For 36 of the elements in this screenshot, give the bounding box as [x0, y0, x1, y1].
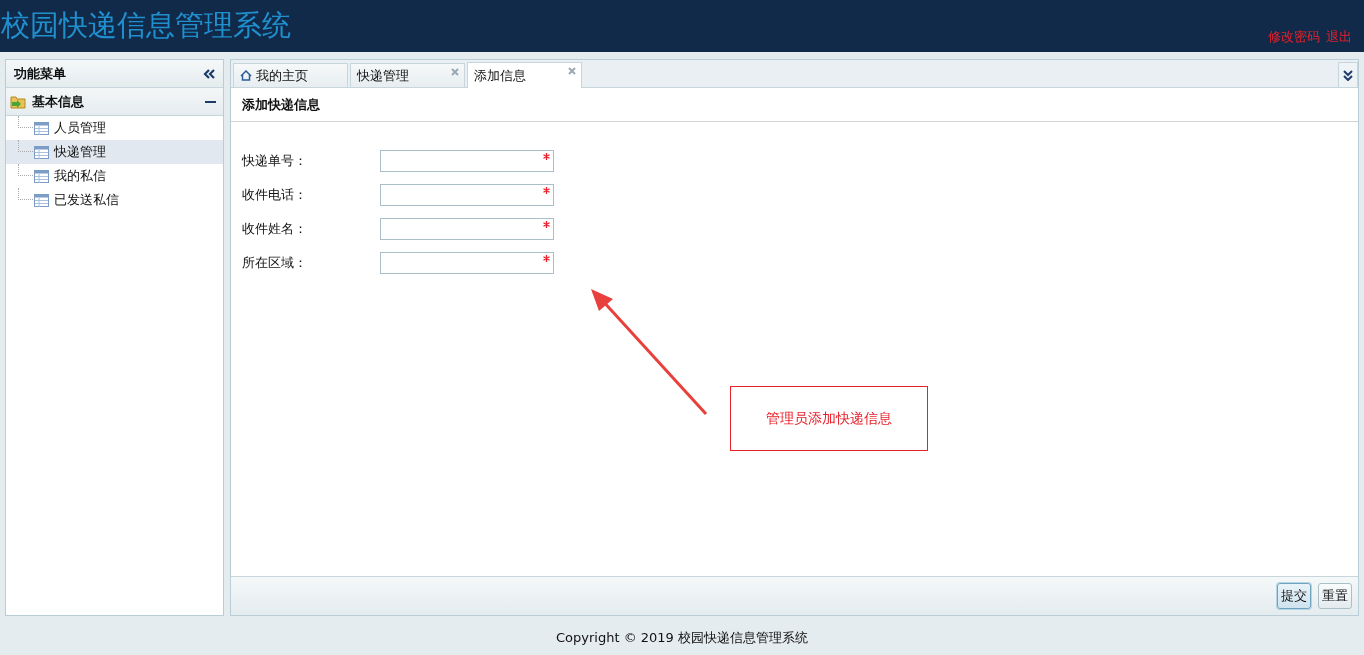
menu-item[interactable]: 快递管理 — [6, 140, 223, 164]
tab[interactable]: 我的主页 — [233, 63, 348, 87]
field-label: 所在区域： — [242, 254, 308, 272]
input-field[interactable] — [380, 252, 554, 274]
tab[interactable]: 快递管理 — [350, 63, 465, 87]
field-label: 收件姓名： — [242, 220, 308, 238]
menu-item[interactable]: 人员管理 — [6, 116, 223, 140]
table-icon — [34, 145, 49, 159]
app-title: 校园快递信息管理系统 — [0, 7, 291, 44]
collapse-icon[interactable] — [203, 68, 215, 79]
menu-group-header[interactable]: 基本信息 — [6, 88, 223, 116]
form-button[interactable]: 重置 — [1318, 583, 1352, 609]
input-field[interactable] — [380, 218, 554, 240]
sidebar-title: 功能菜单 — [14, 64, 66, 83]
tab[interactable]: 添加信息 — [467, 62, 582, 88]
table-icon — [34, 193, 49, 207]
form-title: 添加快递信息 — [231, 88, 1358, 122]
field-label: 收件电话： — [242, 186, 308, 204]
input-field[interactable] — [380, 150, 554, 172]
footer-text: Copyright © 2019 校园快递信息管理系统 — [555, 629, 809, 647]
annotation-text: 管理员添加快递信息 — [766, 409, 892, 428]
table-icon — [34, 121, 49, 135]
folder-icon — [10, 94, 26, 109]
form-button[interactable]: 提交 — [1277, 583, 1311, 609]
chevron-down-icon — [1343, 69, 1353, 81]
input-field[interactable] — [380, 184, 554, 206]
menu-item[interactable]: 已发送私信 — [6, 188, 223, 212]
collapse-toggle[interactable] — [205, 100, 216, 103]
table-icon — [34, 169, 49, 183]
close-icon[interactable] — [568, 67, 576, 75]
tabs-menu-button[interactable] — [1338, 62, 1358, 87]
home-icon — [240, 70, 252, 81]
menu-group-label: 基本信息 — [32, 92, 85, 111]
field-label: 快递单号： — [242, 152, 308, 170]
menu-item[interactable]: 我的私信 — [6, 164, 223, 188]
close-icon[interactable] — [451, 68, 459, 76]
